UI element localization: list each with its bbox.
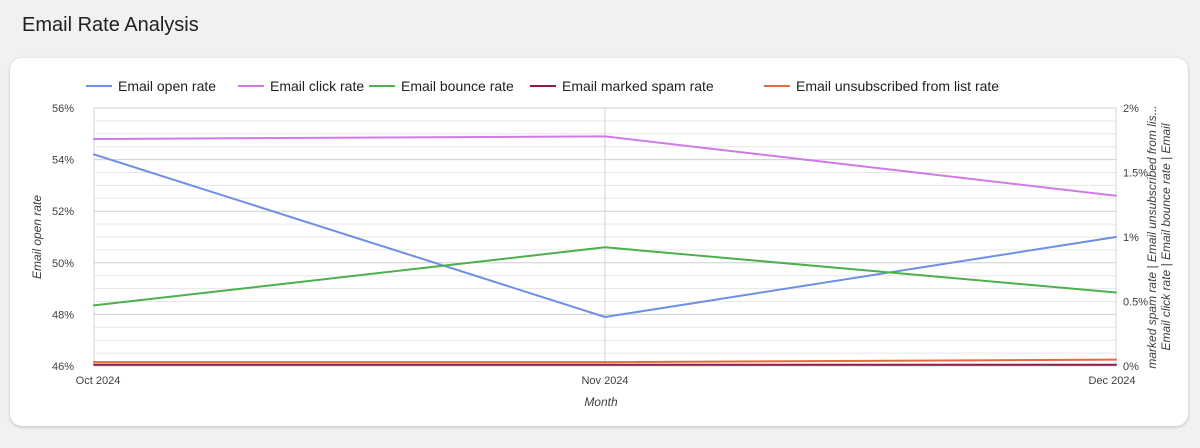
legend-label: Email marked spam rate bbox=[562, 78, 714, 94]
y-axis-right-label-line1: marked spam rate | Email unsubscribed fr… bbox=[1145, 105, 1159, 368]
legend-item[interactable]: Email unsubscribed from list rate bbox=[764, 78, 999, 94]
y-left-tick-label: 56% bbox=[52, 103, 74, 115]
legend-label: Email unsubscribed from list rate bbox=[796, 78, 999, 94]
x-tick-label: Oct 2024 bbox=[76, 375, 121, 387]
y-left-tick-label: 54% bbox=[52, 155, 74, 167]
legend-item[interactable]: Email bounce rate bbox=[369, 78, 514, 94]
y-right-tick-label: 0% bbox=[1123, 361, 1139, 373]
x-axis-label: Month bbox=[584, 395, 618, 409]
legend-label: Email bounce rate bbox=[401, 78, 514, 94]
page-title: Email Rate Analysis bbox=[22, 14, 199, 36]
legend-item[interactable]: Email open rate bbox=[86, 78, 216, 94]
line-chart: 46%48%50%52%54%56%0%0.5%1%1.5%2%Oct 2024… bbox=[30, 78, 1173, 409]
y-left-tick-label: 46% bbox=[52, 361, 74, 373]
x-tick-label: Dec 2024 bbox=[1088, 375, 1135, 387]
y-right-tick-label: 1% bbox=[1123, 232, 1139, 244]
legend: Email open rate Email click rate Email bou… bbox=[86, 78, 999, 94]
legend-item[interactable]: Email click rate bbox=[238, 78, 364, 94]
axes: 46%48%50%52%54%56%0%0.5%1%1.5%2%Oct 2024… bbox=[52, 103, 1148, 387]
y-right-tick-label: 2% bbox=[1123, 103, 1139, 115]
legend-item[interactable]: Email marked spam rate bbox=[530, 78, 714, 94]
legend-label: Email open rate bbox=[118, 78, 216, 94]
legend-label: Email click rate bbox=[270, 78, 364, 94]
gridlines bbox=[93, 107, 1117, 367]
y-left-tick-label: 50% bbox=[52, 258, 74, 270]
y-axis-left-label: Email open rate bbox=[30, 195, 44, 279]
x-tick-label: Nov 2024 bbox=[581, 375, 628, 387]
y-axis-right-label-line2: Email click rate | Email bounce rate | E… bbox=[1159, 123, 1173, 350]
y-left-tick-label: 48% bbox=[52, 309, 74, 321]
y-left-tick-label: 52% bbox=[52, 206, 74, 218]
chart-card: 46% 48% 50% 52% 54% 56% 0% 0.5% 1% 1.5% 2% Oct 2024… bbox=[10, 58, 1188, 426]
